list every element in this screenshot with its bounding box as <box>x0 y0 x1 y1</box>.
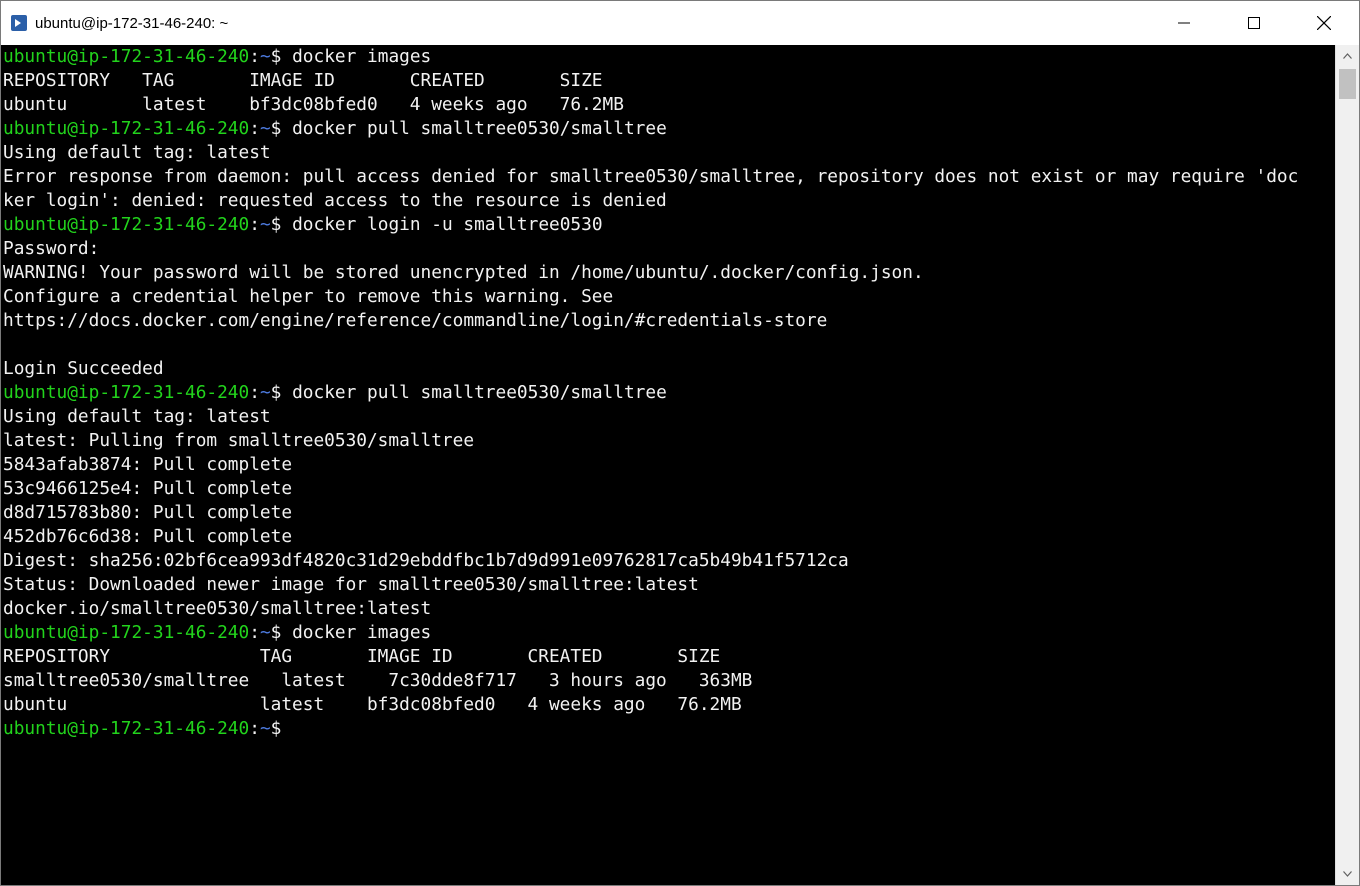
prompt-user-host: ubuntu@ip-172-31-46-240 <box>3 214 250 235</box>
output-line: Using default tag: latest <box>3 142 271 163</box>
prompt-line: ubuntu@ip-172-31-46-240:~$ docker images <box>3 621 1334 645</box>
output-line: latest: Pulling from smalltree0530/small… <box>3 430 475 451</box>
output-line: Using default tag: latest <box>3 406 271 427</box>
powershell-icon <box>11 15 27 31</box>
prompt-dollar: $ <box>270 622 293 643</box>
output-line: https://docs.docker.com/engine/reference… <box>3 310 828 331</box>
output-line: REPOSITORY TAG IMAGE ID CREATED SIZE <box>3 646 721 667</box>
maximize-button[interactable] <box>1219 1 1289 45</box>
close-button[interactable] <box>1289 1 1359 45</box>
window-title: ubuntu@ip-172-31-46-240: ~ <box>35 14 229 32</box>
scroll-down-button[interactable] <box>1336 863 1359 885</box>
prompt-separator: : <box>249 382 260 403</box>
prompt-path: ~ <box>259 622 271 643</box>
window-controls <box>1149 1 1359 45</box>
prompt-line: ubuntu@ip-172-31-46-240:~$ docker images <box>3 45 1334 69</box>
minimize-icon <box>1178 22 1190 24</box>
output-line: 5843afab3874: Pull complete <box>3 454 293 475</box>
minimize-button[interactable] <box>1149 1 1219 45</box>
prompt-separator: : <box>249 118 260 139</box>
output-line: Login Succeeded <box>3 358 164 379</box>
prompt-path: ~ <box>259 46 271 67</box>
output-line: 53c9466125e4: Pull complete <box>3 478 293 499</box>
output-line: Digest: sha256:02bf6cea993df4820c31d29eb… <box>3 550 849 571</box>
terminal-window: ubuntu@ip-172-31-46-240: ~ ubuntu@ip-172… <box>0 0 1360 886</box>
prompt-user-host: ubuntu@ip-172-31-46-240 <box>3 382 250 403</box>
output-line: Password: <box>3 238 100 259</box>
prompt-dollar: $ <box>270 382 293 403</box>
output-line: smalltree0530/smalltree latest 7c30dde8f… <box>3 670 753 691</box>
output-line: Configure a credential helper to remove … <box>3 286 614 307</box>
prompt-dollar: $ <box>270 718 293 739</box>
output-line: REPOSITORY TAG IMAGE ID CREATED SIZE <box>3 70 603 91</box>
prompt-path: ~ <box>259 214 271 235</box>
chevron-up-icon <box>1343 53 1352 59</box>
output-line: ker login': denied: requested access to … <box>3 190 667 211</box>
output-line: d8d715783b80: Pull complete <box>3 502 293 523</box>
close-icon <box>1317 16 1331 30</box>
command-text: docker images <box>292 46 432 67</box>
prompt-separator: : <box>249 46 260 67</box>
command-text: docker pull smalltree0530/smalltree <box>292 118 667 139</box>
prompt-user-host: ubuntu@ip-172-31-46-240 <box>3 718 250 739</box>
command-text: docker pull smalltree0530/smalltree <box>292 382 667 403</box>
prompt-separator: : <box>249 718 260 739</box>
prompt-path: ~ <box>259 382 271 403</box>
command-text: docker images <box>292 622 432 643</box>
output-line: docker.io/smalltree0530/smalltree:latest <box>3 598 432 619</box>
prompt-line: ubuntu@ip-172-31-46-240:~$ <box>3 717 1334 741</box>
prompt-line: ubuntu@ip-172-31-46-240:~$ docker login … <box>3 213 1334 237</box>
prompt-user-host: ubuntu@ip-172-31-46-240 <box>3 46 250 67</box>
prompt-path: ~ <box>259 118 271 139</box>
output-line: WARNING! Your password will be stored un… <box>3 262 924 283</box>
prompt-dollar: $ <box>270 118 293 139</box>
prompt-line: ubuntu@ip-172-31-46-240:~$ docker pull s… <box>3 117 1334 141</box>
output-line: 452db76c6d38: Pull complete <box>3 526 293 547</box>
prompt-separator: : <box>249 622 260 643</box>
output-line: Status: Downloaded newer image for small… <box>3 574 699 595</box>
prompt-separator: : <box>249 214 260 235</box>
prompt-path: ~ <box>259 718 271 739</box>
prompt-line: ubuntu@ip-172-31-46-240:~$ docker pull s… <box>3 381 1334 405</box>
command-text: docker login -u smalltree0530 <box>292 214 603 235</box>
vertical-scrollbar[interactable] <box>1335 45 1359 885</box>
prompt-user-host: ubuntu@ip-172-31-46-240 <box>3 118 250 139</box>
scroll-up-button[interactable] <box>1336 45 1359 67</box>
terminal-output[interactable]: ubuntu@ip-172-31-46-240:~$ docker images… <box>1 45 1334 885</box>
chevron-down-icon <box>1343 871 1352 877</box>
maximize-icon <box>1248 17 1260 29</box>
scrollbar-thumb[interactable] <box>1339 69 1356 99</box>
title-bar[interactable]: ubuntu@ip-172-31-46-240: ~ <box>1 1 1359 45</box>
prompt-dollar: $ <box>270 214 293 235</box>
prompt-user-host: ubuntu@ip-172-31-46-240 <box>3 622 250 643</box>
output-line: Error response from daemon: pull access … <box>3 166 1299 187</box>
prompt-dollar: $ <box>270 46 293 67</box>
output-line: ubuntu latest bf3dc08bfed0 4 weeks ago 7… <box>3 694 742 715</box>
output-line: ubuntu latest bf3dc08bfed0 4 weeks ago 7… <box>3 94 624 115</box>
